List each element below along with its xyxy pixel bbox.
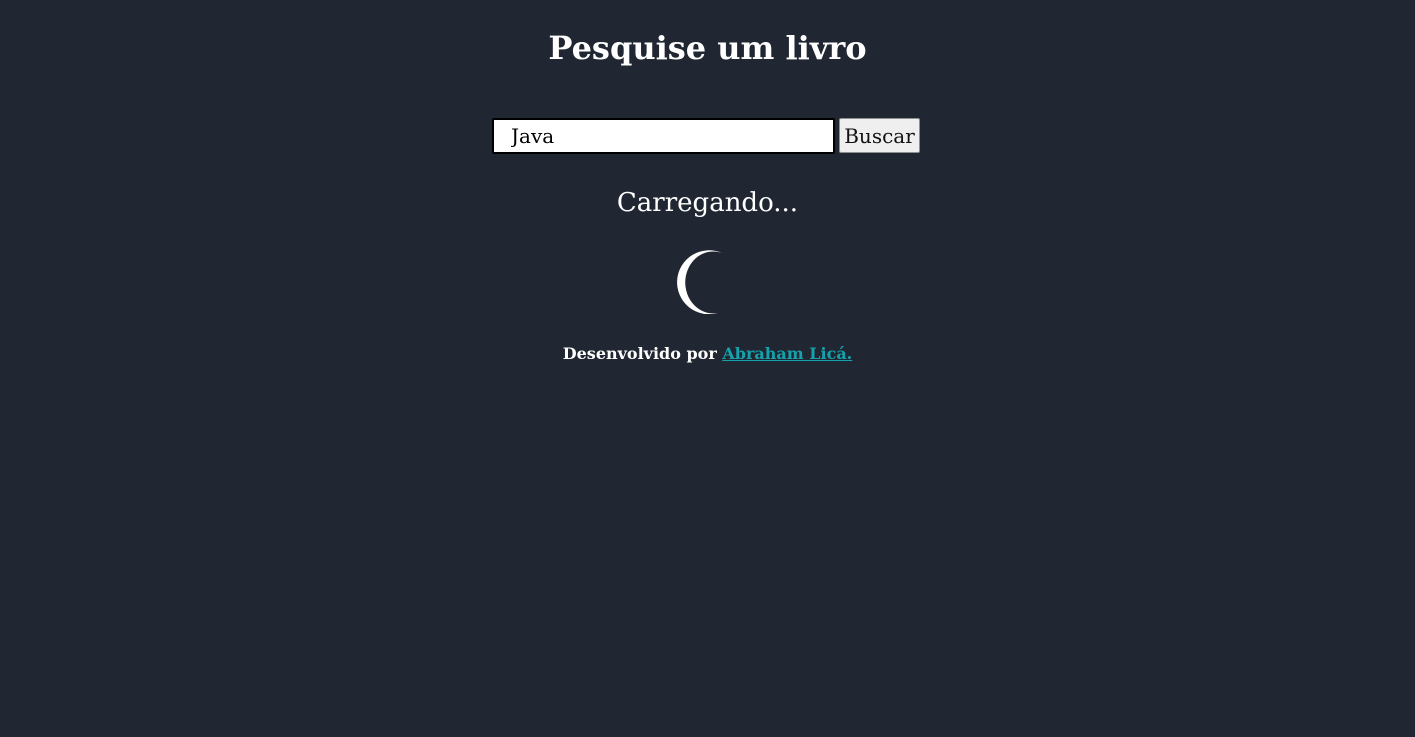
footer-credit-text: Desenvolvido por (562, 344, 723, 363)
search-bar: Buscar (492, 117, 920, 154)
author-link[interactable]: Abraham Licá. (722, 344, 852, 363)
search-button[interactable]: Buscar (839, 118, 920, 153)
page: Pesquise um livro Buscar Carregando... D… (0, 0, 1415, 737)
loading-text: Carregando... (616, 188, 799, 218)
loading-spinner-icon (674, 250, 738, 315)
page-title: Pesquise um livro (548, 29, 867, 67)
search-input[interactable] (492, 117, 835, 154)
footer: Desenvolvido por Abraham Licá. (0, 342, 1415, 366)
